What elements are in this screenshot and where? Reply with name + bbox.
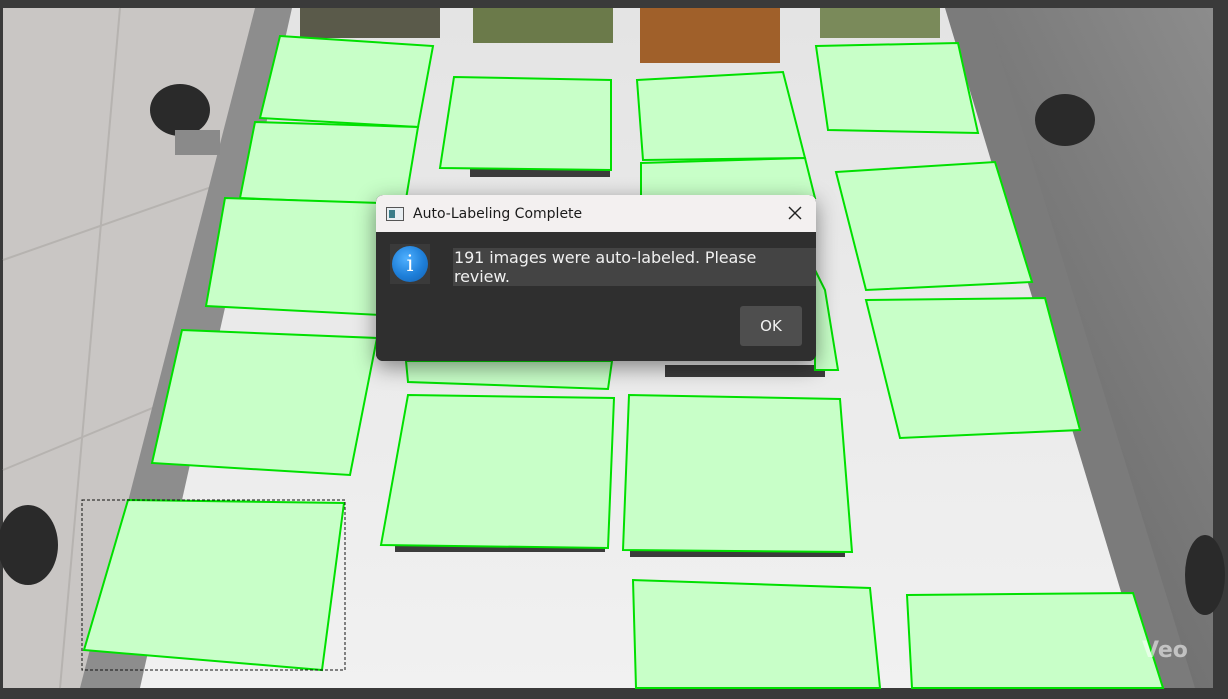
- label-box[interactable]: [631, 578, 882, 689]
- label-box[interactable]: [438, 75, 612, 172]
- app-window-icon: [386, 206, 404, 221]
- tray-edge: [665, 365, 825, 377]
- label-box[interactable]: [238, 120, 420, 207]
- machine-knob: [1185, 535, 1225, 615]
- machine-bracket: [175, 130, 220, 155]
- label-box[interactable]: [864, 296, 1082, 440]
- dialog-title: Auto-Labeling Complete: [413, 205, 583, 222]
- ok-button[interactable]: OK: [740, 306, 802, 346]
- label-box[interactable]: [258, 34, 435, 129]
- auto-labeling-dialog: Auto-Labeling Complete i 191 images were…: [376, 195, 816, 361]
- label-box[interactable]: [204, 196, 381, 317]
- label-box[interactable]: [905, 591, 1165, 689]
- product-tray: [300, 8, 440, 38]
- label-box[interactable]: [640, 156, 817, 199]
- dialog-message: 191 images were auto-labeled. Please rev…: [453, 248, 816, 286]
- dialog-titlebar[interactable]: Auto-Labeling Complete: [376, 195, 816, 232]
- machine-knob: [1035, 94, 1095, 146]
- watermark: Veo: [1142, 638, 1188, 663]
- machine-knob: [150, 84, 210, 136]
- product-tray: [820, 8, 940, 38]
- info-icon: i: [390, 244, 430, 284]
- label-box[interactable]: [82, 498, 346, 672]
- product-tray: [640, 8, 780, 63]
- label-box[interactable]: [635, 70, 807, 162]
- annotation-canvas[interactable]: Veo Auto-Labeling Complete i 191 images …: [0, 0, 1228, 699]
- machine-knob: [0, 505, 58, 585]
- label-box[interactable]: [379, 393, 616, 550]
- product-tray: [473, 8, 613, 43]
- close-button[interactable]: [780, 199, 810, 227]
- label-box[interactable]: [621, 393, 854, 554]
- label-box[interactable]: [814, 41, 980, 135]
- close-icon: [788, 206, 802, 220]
- label-box[interactable]: [150, 328, 379, 477]
- info-circle: i: [392, 246, 428, 282]
- dialog-body: i 191 images were auto-labeled. Please r…: [376, 232, 816, 361]
